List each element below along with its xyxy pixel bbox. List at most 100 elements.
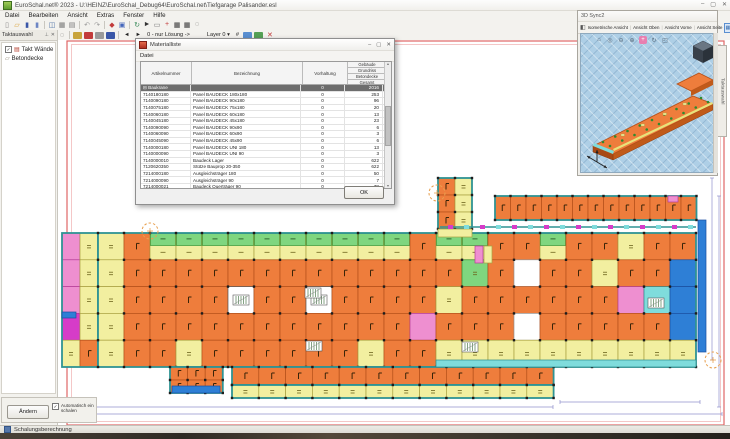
- sidebar-header: Taktauswahl ⊥ ✕: [0, 30, 57, 41]
- view-button-0[interactable]: Isometrische Ansicht: [588, 25, 628, 30]
- cell: 7140000180: [141, 144, 191, 150]
- viewport-scrollbar[interactable]: [713, 33, 718, 173]
- takt-blue-chip[interactable]: [106, 32, 115, 39]
- dialog-menu-datei[interactable]: Datei: [140, 53, 154, 59]
- takt-red-chip[interactable]: [84, 32, 93, 39]
- menu-item-ansicht[interactable]: Ansicht: [67, 12, 87, 19]
- menu-item-datei[interactable]: Datei: [5, 12, 19, 19]
- cell: 0: [301, 111, 345, 117]
- rotate-icon[interactable]: ↻: [650, 36, 658, 44]
- pointer-icon[interactable]: ►: [142, 20, 152, 29]
- statusbar: Schalungsberechnung: [0, 425, 730, 433]
- table-scrollbar[interactable]: ▲ ▼: [384, 62, 391, 188]
- zoom-in-icon[interactable]: ⊕: [628, 36, 636, 44]
- panel-3d-titlebar[interactable]: 3D Sync2: [578, 11, 717, 22]
- table-row[interactable]: 7140045090Panel BAUDECK 45x9006: [141, 138, 391, 145]
- table-row[interactable]: 7214000180Ausgleichsträger 180050: [141, 171, 391, 178]
- cell: 0: [301, 105, 345, 111]
- close-button[interactable]: ✕: [722, 1, 727, 8]
- undo-icon[interactable]: ↶: [82, 20, 92, 29]
- image-icon[interactable]: ▣: [117, 20, 127, 29]
- table-row[interactable]: 7214000090Ausgleichsträger 9007: [141, 177, 391, 184]
- cell: 622: [345, 164, 383, 170]
- menu-item-hilfe[interactable]: Hilfe: [153, 12, 165, 19]
- scroll-up-icon[interactable]: ▲: [386, 62, 389, 66]
- table-icon[interactable]: ▦: [172, 20, 182, 29]
- change-button[interactable]: Ändern: [7, 405, 49, 419]
- toolbar-separator: [44, 21, 45, 29]
- table-group-row[interactable]: ⊟ Baukrane02016: [141, 85, 391, 92]
- dialog-close-button[interactable]: ✕: [386, 42, 391, 48]
- table-row[interactable]: 7140000180Panel BAUDECK UNI 180013: [141, 144, 391, 151]
- col-header-1[interactable]: Bezeichnung: [192, 62, 303, 84]
- view-button-1[interactable]: Ansicht Oben: [633, 25, 659, 30]
- grid-toggle-button[interactable]: ▦: [724, 23, 730, 33]
- target-icon[interactable]: ◎: [606, 36, 614, 44]
- dialog-maximize-button[interactable]: ▢: [376, 42, 381, 48]
- home-icon[interactable]: ⌂: [595, 36, 603, 44]
- menu-item-extras[interactable]: Extras: [97, 12, 115, 19]
- cell: Panel BAUDECK UNI 180: [191, 144, 301, 150]
- view-button-3[interactable]: Ansicht Seite: [697, 25, 723, 30]
- window-icon[interactable]: ◫: [47, 20, 57, 29]
- cell: 7140060090: [141, 131, 191, 137]
- table-row[interactable]: 7140075180Panel BAUDECK 75x180020: [141, 105, 391, 112]
- pan-icon[interactable]: +: [639, 36, 647, 44]
- view-button-2[interactable]: Ansicht Vorne: [665, 25, 692, 30]
- close-icon[interactable]: ✕: [51, 32, 55, 38]
- auto-checkbox[interactable]: ✓: [52, 403, 59, 410]
- table-row[interactable]: 7140000010Baudeck Lager0622: [141, 158, 391, 165]
- col-header-0[interactable]: Artikelnummer: [141, 62, 192, 84]
- pin-icon[interactable]: ⊥: [44, 32, 48, 38]
- ok-button[interactable]: OK: [344, 186, 384, 199]
- desktop-strip: [0, 433, 730, 439]
- menu-item-fenster[interactable]: Fenster: [123, 12, 144, 19]
- table-row[interactable]: 7140045180Panel BAUDECK 45x180023: [141, 118, 391, 125]
- table-row[interactable]: 7140180180Panel BAUDECK 180x1800253: [141, 92, 391, 99]
- table-header: ArtikelnummerBezeichnungVorhaltungGebäud…: [141, 62, 391, 85]
- table-row[interactable]: 7140090180Panel BAUDECK 90x180096: [141, 98, 391, 105]
- cell: 3: [345, 131, 383, 137]
- minimize-button[interactable]: –: [701, 1, 704, 8]
- maximize-button[interactable]: ▢: [710, 1, 716, 8]
- takt-gray-chip[interactable]: [95, 32, 104, 39]
- fullscreen-icon[interactable]: ◰: [661, 36, 669, 44]
- paint-icon[interactable]: ◆: [107, 20, 117, 29]
- table-row[interactable]: 7140060090Panel BAUDECK 60x9003: [141, 131, 391, 138]
- scrollbar-thumb[interactable]: [385, 106, 391, 146]
- redo-icon[interactable]: ↷: [92, 20, 102, 29]
- print-icon[interactable]: ▤: [67, 20, 77, 29]
- cell: Panel BAUDECK UNI 90: [191, 151, 301, 157]
- iso-cube-icon[interactable]: ◧: [580, 24, 586, 31]
- tree-checkbox[interactable]: ✓: [5, 46, 12, 53]
- table-row[interactable]: 7140060180Panel BAUDECK 60x180013: [141, 111, 391, 118]
- col-header-2[interactable]: Vorhaltung: [303, 62, 348, 84]
- refresh-icon[interactable]: ↻: [132, 20, 142, 29]
- move-cross-icon[interactable]: +: [162, 20, 172, 29]
- zoom-out-icon[interactable]: ⊖: [617, 36, 625, 44]
- taktauswahl-side-tab[interactable]: Taktauswahl: [718, 45, 727, 137]
- new-icon[interactable]: ▯: [2, 20, 12, 29]
- open-icon[interactable]: ▱: [12, 20, 22, 29]
- table-row[interactable]: 7140000090Panel BAUDECK UNI 9003: [141, 151, 391, 158]
- save-all-icon[interactable]: ▮: [32, 20, 42, 29]
- tree-item-0[interactable]: ✓▤Takt Wände: [5, 45, 55, 54]
- zoom-window-icon[interactable]: ◌: [57, 31, 67, 40]
- takt-yellow-chip[interactable]: [73, 32, 82, 39]
- menu-item-bearbeiten[interactable]: Bearbeiten: [28, 12, 58, 19]
- table2-icon[interactable]: ▦: [182, 20, 192, 29]
- table-row[interactable]: 7140090090Panel BAUDECK 90x9006: [141, 125, 391, 132]
- tree-item-1[interactable]: ▱Betondecke: [5, 54, 55, 63]
- col-header-stack[interactable]: GebäudeGrundrissBetondeckeGesamt: [348, 62, 387, 84]
- dialog-minimize-button[interactable]: –: [368, 42, 371, 48]
- save-icon[interactable]: ▮: [22, 20, 32, 29]
- viewport-3d[interactable]: ⌂◎⊖⊕+↻◰: [580, 33, 715, 173]
- plan-region-top-strip: [494, 195, 698, 221]
- solution-prev-button[interactable]: ◄: [124, 32, 130, 38]
- grid-view-icon[interactable]: ▦: [57, 20, 67, 29]
- zoom-icon[interactable]: ◌: [192, 20, 202, 29]
- frame-icon[interactable]: ▭: [152, 20, 162, 29]
- table-row[interactable]: 7120620350Stütze Bauprop 20-3500622: [141, 164, 391, 171]
- scroll-down-icon[interactable]: ▼: [386, 184, 389, 188]
- dialog-titlebar[interactable]: Materialliste – ▢ ✕: [136, 39, 394, 51]
